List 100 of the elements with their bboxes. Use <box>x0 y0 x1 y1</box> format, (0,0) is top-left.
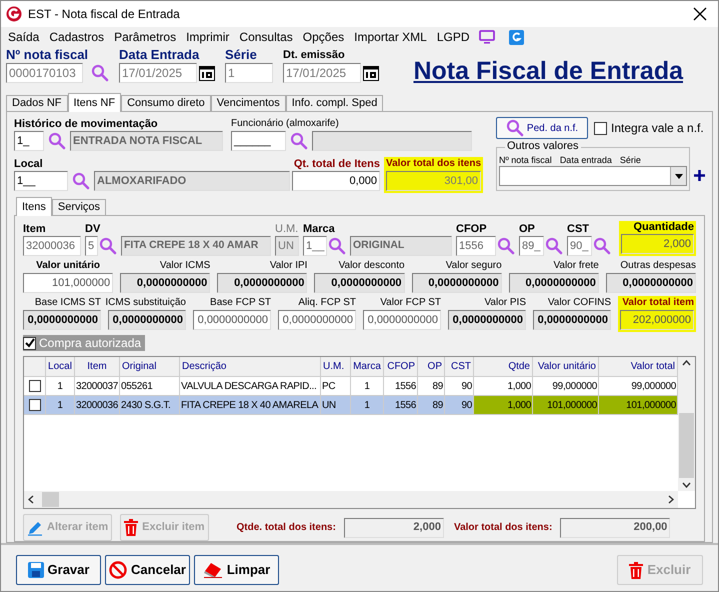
field-label: Valor frete <box>553 259 599 273</box>
table-cell: 2430 S.G.T. <box>120 396 180 414</box>
input-field[interactable]: 301,00 <box>386 171 482 191</box>
input-field[interactable]: 17/01/2025 <box>283 63 361 83</box>
no-entry-icon <box>109 561 128 579</box>
tab[interactable]: Vencimentos <box>210 95 286 111</box>
column-label: Nº nota fiscal <box>499 155 552 166</box>
table-row[interactable]: 1 32000036 2430 S.G.T. FITA CREPE 18 X 40 AMARELA UN 1 1556 89 90 1,000 101,000000 101,000000 <box>24 396 678 415</box>
monitor-icon <box>478 30 495 44</box>
column-header[interactable]: Local <box>46 357 75 376</box>
input-field[interactable]: 0,0000000000 <box>193 310 271 330</box>
input-field[interactable]: 0,0000000000 <box>448 310 526 330</box>
column-header[interactable]: Original <box>120 357 180 376</box>
tab[interactable]: Itens <box>16 197 52 216</box>
input-field[interactable]: 0,0000000000 <box>120 273 210 293</box>
input-field[interactable]: 101,000000 <box>23 273 114 293</box>
action-button[interactable]: Cancelar <box>105 555 190 585</box>
field-label: CFOP <box>456 223 488 236</box>
input-field[interactable]: 90_ <box>567 236 592 256</box>
input-field[interactable]: 1 <box>225 63 273 83</box>
tab[interactable]: Serviços <box>52 199 106 215</box>
column-header[interactable]: Marca <box>351 357 384 376</box>
input-field[interactable]: 0,0000000000 <box>412 273 502 293</box>
checkbox[interactable] <box>28 380 40 392</box>
input-field[interactable]: ORIGINAL <box>350 236 452 256</box>
input-field[interactable]: 0,0000000000 <box>533 310 611 330</box>
readonly-field[interactable]: ENTRADA NOTA FISCAL <box>70 131 223 151</box>
table-row[interactable]: 1 32000037 055261 VALVULA DESCARGA RAPID... PC 1 1556 89 90 1,000 99,000000 99,000000 <box>24 377 678 396</box>
field-label: Aliq. FCP ST <box>298 296 356 310</box>
column-header[interactable]: CST <box>445 357 474 376</box>
input-field[interactable]: 0,0000000000 <box>23 310 101 330</box>
checkbox[interactable] <box>23 336 36 350</box>
input-field[interactable]: 17/01/2025 <box>119 63 197 83</box>
column-header[interactable]: Descrição <box>180 357 321 376</box>
readonly-field[interactable]: 2,000 <box>344 518 444 538</box>
column-header[interactable]: Qtde <box>474 357 533 376</box>
column-header[interactable]: Valor unitário <box>533 357 599 376</box>
checkbox[interactable] <box>594 122 607 134</box>
field-label: Histórico de movimentação <box>14 117 159 131</box>
input-field[interactable]: 0,000 <box>292 171 380 191</box>
input-field[interactable]: 0000170103 <box>6 63 83 83</box>
menu-item[interactable]: Saída <box>3 28 44 46</box>
column-header[interactable]: CFOP <box>384 357 418 376</box>
input-field[interactable]: 2,000 <box>621 234 694 254</box>
input-field[interactable]: 0,0000000000 <box>363 310 441 330</box>
input-field[interactable]: 1556 <box>456 236 496 256</box>
input-field[interactable]: 1__ <box>303 236 327 256</box>
input-field[interactable]: 1_ <box>14 131 44 151</box>
menu-item[interactable]: Parâmetros <box>109 28 182 46</box>
scroll-thumb[interactable] <box>42 492 59 507</box>
input-field[interactable]: 32000036 <box>23 236 81 256</box>
input-field[interactable]: 0,0000000000 <box>108 310 186 330</box>
horizontal-scrollbar[interactable] <box>24 491 678 508</box>
action-button[interactable]: Limpar <box>194 555 279 585</box>
tab[interactable]: Info. compl. Sped <box>286 95 384 111</box>
vertical-scrollbar[interactable] <box>678 357 695 491</box>
menu-item[interactable]: LGPD <box>432 28 475 46</box>
column-header[interactable]: OP <box>418 357 445 376</box>
plus-icon <box>694 170 705 181</box>
order-button[interactable]: Ped. da n.f. <box>496 117 588 139</box>
input-field[interactable]: ______ <box>231 131 286 151</box>
field-label: OP <box>519 223 536 236</box>
calendar-icon <box>363 66 379 80</box>
dropdown[interactable] <box>499 166 687 186</box>
scroll-thumb[interactable] <box>679 413 694 478</box>
readonly-field[interactable]: ALMOXARIFADO <box>94 171 290 191</box>
tab[interactable]: Itens NF <box>68 93 122 112</box>
readonly-field[interactable] <box>312 131 472 151</box>
input-field[interactable]: 0,0000000000 <box>217 273 308 293</box>
menu-item[interactable]: Imprimir <box>181 28 234 46</box>
input-field[interactable]: 5 <box>85 236 98 256</box>
column-label: Série <box>620 155 641 166</box>
scroll-left-icon <box>28 495 34 504</box>
input-field[interactable]: 1__ <box>14 171 68 191</box>
input-field[interactable]: 89_ <box>519 236 544 256</box>
menu-item[interactable]: Cadastros <box>44 28 110 46</box>
input-field[interactable]: 0,0000000000 <box>606 273 696 293</box>
column-header[interactable]: U.M. <box>321 357 351 376</box>
tab[interactable]: Consumo direto <box>121 95 211 111</box>
menu-item[interactable]: Importar XML <box>349 28 432 46</box>
column-header[interactable]: Item <box>75 357 120 376</box>
table-cell: UN <box>321 396 351 414</box>
window-title: EST - Nota fiscal de Entrada <box>28 6 181 23</box>
checkbox-label: Integra vale a n.f. <box>611 120 704 137</box>
column-label: Data entrada <box>560 155 612 166</box>
action-button[interactable]: Gravar <box>16 555 101 585</box>
input-field[interactable]: 0,0000000000 <box>278 310 356 330</box>
tab[interactable]: Dados NF <box>6 95 68 111</box>
menu-item[interactable]: Consultas <box>234 28 298 46</box>
input-field[interactable]: FITA CREPE 18 X 40 AMAR <box>121 236 271 256</box>
input-field[interactable]: 0,0000000000 <box>314 273 405 293</box>
total-label: Qtde. total dos itens: <box>236 521 336 535</box>
field-label: Data Entrada <box>119 47 200 63</box>
checkbox[interactable] <box>28 399 40 411</box>
field-label: Valor PIS <box>484 296 526 310</box>
input-field[interactable]: 202,000000 <box>620 310 694 330</box>
menu-item[interactable]: Opções <box>298 28 350 46</box>
input-field[interactable]: 0,0000000000 <box>508 273 599 293</box>
field-label: Série <box>225 47 258 63</box>
readonly-field[interactable]: 200,00 <box>560 518 670 538</box>
